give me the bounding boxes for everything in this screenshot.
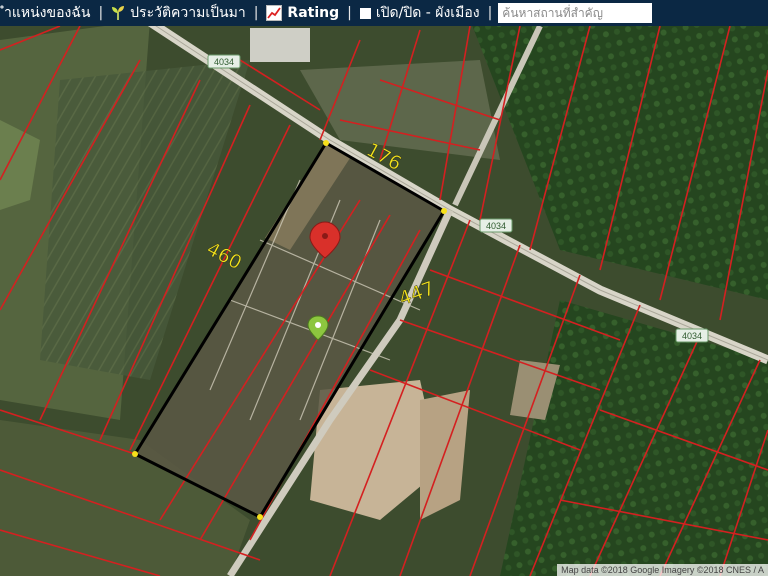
building-compound [250,28,310,62]
my-location-label: ำแหน่งของฉัน [4,5,91,21]
chart-icon [266,5,283,21]
road-shield-1: 4034 [207,54,241,69]
rating-label: Rating [287,5,340,21]
svg-text:4034: 4034 [486,221,506,231]
rating-link[interactable]: Rating [262,5,343,21]
history-label: ประวัติความเป็นมา [130,5,246,21]
separator: | [98,5,104,21]
road-shield-2: 4034 [479,218,513,233]
search-input[interactable] [498,3,653,23]
separator: | [253,5,259,21]
road-shield-3: 4034 [675,328,709,343]
top-toolbar: ำแหน่งของฉัน | ประวัติความเป็นมา | Ratin… [0,0,768,26]
my-location-link[interactable]: ำแหน่งของฉัน [0,2,94,24]
square-icon [359,7,371,19]
history-link[interactable]: ประวัติความเป็นมา [107,2,250,24]
map-attribution: Map data ©2018 Google Imagery ©2018 CNES… [557,564,768,576]
seedling-icon [112,6,125,20]
svg-text:4034: 4034 [214,57,234,67]
separator: | [487,5,493,21]
svg-text:4034: 4034 [682,331,702,341]
zoning-label: เปิด/ปิด - ผังเมือง [375,5,480,21]
zoning-toggle[interactable]: เปิด/ปิด - ผังเมือง [356,2,484,24]
separator: | [347,5,352,21]
satellite-map[interactable]: 176 460 447 4034 4034 4034 [0,0,768,576]
